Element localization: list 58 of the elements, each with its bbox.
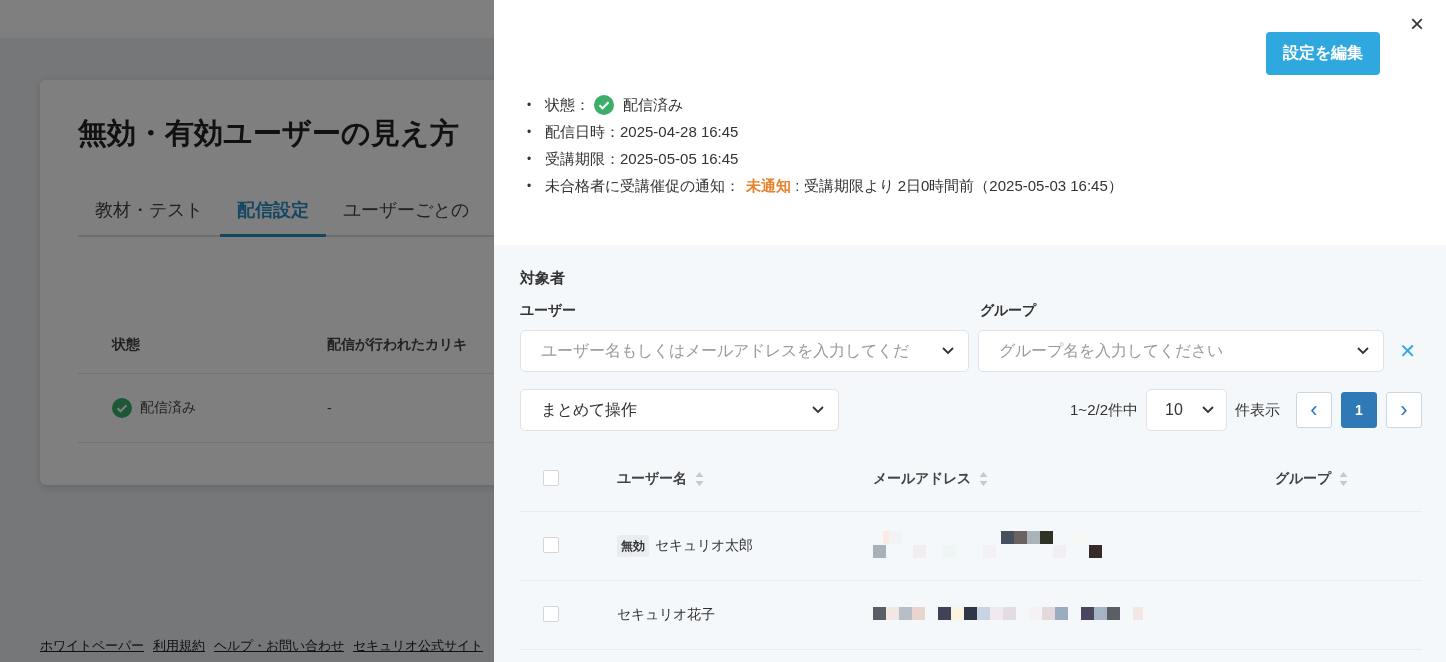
detail-label: 状態：: [545, 96, 590, 114]
column-header: 配信が行われたカリキ: [327, 336, 467, 354]
detail-value: : 受講期限より 2日0時間前（2025-05-03 16:45）: [795, 177, 1123, 195]
field-label: グループ: [980, 302, 1036, 320]
section-title: 対象者: [520, 269, 566, 288]
user-name: セキュリオ太郎: [655, 537, 753, 553]
checkbox[interactable]: [543, 469, 559, 486]
tab[interactable]: 教材・テスト: [78, 192, 220, 237]
clear-button[interactable]: ✕: [1393, 339, 1422, 363]
sort-icon: [695, 471, 704, 487]
next-page-button[interactable]: ›: [1386, 392, 1422, 428]
chevron-down-icon: [942, 347, 954, 355]
chevron-down-icon: [1357, 347, 1370, 355]
sort-icon: [979, 471, 988, 487]
detail-label: 未合格者に受講催促の通知：: [545, 177, 740, 195]
footer-link[interactable]: ヘルプ・お問い合わせ: [214, 637, 344, 655]
page-button[interactable]: 1: [1341, 392, 1377, 428]
bullet: •: [527, 178, 533, 196]
detail-label: 配信日時：: [545, 123, 620, 141]
user-name: セキュリオ花子: [617, 606, 715, 622]
field-label: ユーザー: [520, 302, 577, 320]
page-size-dropdown[interactable]: 10: [1146, 389, 1227, 431]
chevron-down-icon: [1202, 406, 1214, 414]
table-cell: -: [327, 400, 332, 416]
column-header[interactable]: ユーザー名: [617, 470, 687, 488]
group-select-field[interactable]: グループ名を入力してください: [978, 330, 1385, 372]
inactive-badge: 無効: [617, 535, 649, 557]
tab[interactable]: ユーザーごとの: [326, 192, 486, 237]
column-header: 状態: [112, 336, 141, 354]
column-header[interactable]: メールアドレス: [873, 470, 971, 488]
status-text: 配信済み: [623, 95, 684, 116]
checkbox[interactable]: [543, 536, 559, 553]
page-size-label: 件表示: [1235, 400, 1280, 420]
footer-link[interactable]: 利用規約: [153, 637, 205, 655]
bullet: •: [527, 97, 533, 115]
check-circle-icon: [112, 398, 132, 418]
result-count: 1~2/2件中: [1070, 400, 1138, 420]
detail-label: 受講期限：: [545, 150, 620, 168]
check-circle-icon: [594, 95, 615, 116]
close-button[interactable]: ×: [1406, 10, 1428, 38]
footer-link[interactable]: ホワイトペーパー: [40, 637, 144, 655]
page-title: 無効・有効ユーザーの見え方: [78, 116, 459, 151]
column-header[interactable]: グループ: [1275, 470, 1331, 488]
sort-icon: [1339, 471, 1348, 487]
bullet: •: [527, 151, 533, 169]
detail-value: 2025-04-28 16:45: [620, 123, 739, 141]
chevron-down-icon: [812, 406, 824, 414]
checkbox[interactable]: [543, 605, 559, 622]
notice-status: 未通知: [746, 177, 791, 195]
previous-page-button[interactable]: ‹: [1296, 392, 1332, 428]
detail-value: 2025-05-05 16:45: [620, 150, 739, 168]
edit-settings-button[interactable]: 設定を編集: [1266, 32, 1380, 75]
tab[interactable]: 配信設定: [220, 192, 326, 237]
bulk-action-dropdown[interactable]: まとめて操作: [520, 389, 839, 431]
bullet: •: [527, 124, 533, 142]
user-select-field[interactable]: ユーザー名もしくはメールアドレスを入力してくだ: [520, 330, 969, 372]
status-text: 配信済み: [140, 399, 196, 417]
footer-link[interactable]: セキュリオ公式サイト: [353, 637, 483, 655]
